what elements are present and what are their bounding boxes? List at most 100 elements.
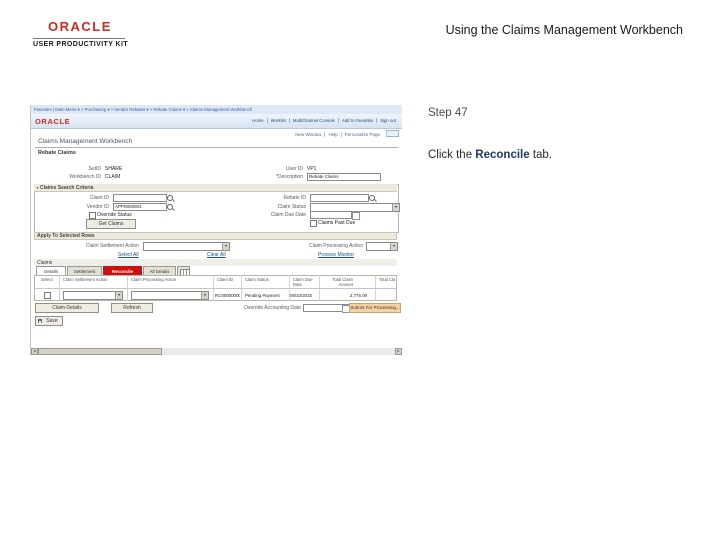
col-claim-status: Claim Status bbox=[245, 277, 269, 282]
claim-id-label: Claim ID bbox=[89, 195, 109, 201]
global-links: Home Worklist MultiChannel Console Add to F… bbox=[249, 118, 399, 123]
workbench-id-value: CLAIM bbox=[105, 174, 121, 180]
step-label: Step 47 bbox=[428, 107, 468, 119]
setid-label: SetID bbox=[88, 166, 101, 172]
get-claims-button[interactable]: Get Claims bbox=[86, 219, 136, 229]
rebate-id-lookup-icon[interactable] bbox=[369, 195, 375, 201]
multichannel-console-link[interactable]: MultiChannel Console bbox=[288, 118, 338, 123]
upk-product-label: USER PRODUCTIVITY KIT bbox=[33, 41, 129, 48]
tab-reconcile[interactable]: Reconcile bbox=[103, 266, 142, 275]
upk-slide: ORACLE USER PRODUCTIVITY KIT Using the C… bbox=[0, 0, 720, 540]
save-button[interactable]: Save bbox=[35, 316, 63, 326]
row-due-date: 05/10/2015 bbox=[290, 293, 312, 298]
submit-for-processing-button[interactable]: Submit For Processing... bbox=[349, 303, 401, 313]
col-settlement-action: Claim Settlement Action bbox=[63, 277, 108, 282]
user-id-value: VP1 bbox=[307, 166, 317, 172]
claim-id-lookup-icon[interactable] bbox=[167, 195, 173, 201]
utility-links: New Window Help Personalize Page bbox=[292, 130, 399, 137]
claim-id-input[interactable] bbox=[113, 194, 167, 202]
row-claim-status: Pending Payment bbox=[245, 293, 280, 298]
col-due-date: Claim Due Date bbox=[293, 277, 313, 287]
scroll-left-icon[interactable]: ◄ bbox=[31, 348, 38, 355]
override-status-label: Override Status bbox=[97, 212, 132, 218]
slide-title: Using the Claims Management Workbench bbox=[445, 23, 683, 37]
row-select-checkbox[interactable] bbox=[44, 292, 51, 299]
claims-section-bar bbox=[34, 259, 397, 266]
save-button-label: Save bbox=[46, 318, 58, 324]
sign-out-link[interactable]: Sign out bbox=[376, 118, 399, 123]
vendor-id-input[interactable]: APP0000001 bbox=[113, 203, 167, 211]
apply-section-title: Apply To Selected Rows bbox=[37, 233, 95, 239]
col-total-truncated: Total Cla bbox=[379, 277, 396, 282]
worklist-link[interactable]: Worklist bbox=[266, 118, 289, 123]
processing-action-select[interactable]: ▼ bbox=[366, 242, 398, 251]
new-window-link[interactable]: New Window bbox=[292, 132, 324, 137]
processing-action-label: Claim Processing Action bbox=[309, 243, 363, 249]
home-link[interactable]: Home bbox=[249, 118, 266, 123]
breadcrumb[interactable]: Favorites | Main Menu ▾ > Purchasing ▾ >… bbox=[34, 107, 252, 113]
claims-past-due-label: Claims Past Due bbox=[318, 220, 356, 226]
title-rule bbox=[35, 147, 398, 148]
tab-settlement[interactable]: Settlement bbox=[67, 266, 102, 275]
row-claim-id: RC0000000000005 bbox=[215, 293, 240, 298]
scrollbar-thumb[interactable] bbox=[38, 348, 162, 355]
logo-divider bbox=[33, 38, 125, 39]
instruction-prefix: Click the bbox=[428, 149, 476, 161]
rebate-id-input[interactable] bbox=[310, 194, 369, 202]
horizontal-scrollbar[interactable]: ◄ ► bbox=[31, 348, 402, 355]
search-criteria-title: Claims Search Criteria bbox=[40, 185, 94, 191]
description-label: *Description bbox=[276, 174, 303, 180]
http-icon[interactable] bbox=[386, 130, 399, 137]
personalize-page-link[interactable]: Personalize Page bbox=[340, 132, 383, 137]
due-date-calendar-icon[interactable] bbox=[352, 211, 360, 220]
clear-all-link[interactable]: Clear All bbox=[207, 252, 226, 258]
claim-due-date-label: Claim Due Date bbox=[270, 212, 306, 218]
col-claim-id: Claim ID bbox=[217, 277, 234, 282]
row-total-amount: 2,776.09 bbox=[349, 293, 367, 298]
claim-details-button[interactable]: Claim Details bbox=[35, 303, 99, 313]
save-disk-icon bbox=[38, 319, 42, 323]
description-input[interactable]: Rebate Claims bbox=[307, 173, 381, 181]
add-to-favorites-link[interactable]: Add to Favorites bbox=[337, 118, 377, 123]
override-accounting-date-label: Override Accounting Date bbox=[244, 305, 301, 311]
override-status-checkbox[interactable] bbox=[89, 212, 96, 219]
rebate-id-label: Rebate ID bbox=[283, 195, 306, 201]
page-title: Claims Management Workbench bbox=[38, 138, 133, 145]
refresh-button[interactable]: Refresh bbox=[111, 303, 153, 313]
dropdown-arrow-icon: ▼ bbox=[115, 292, 122, 299]
oracle-logo: ORACLE bbox=[48, 19, 112, 34]
select-all-link[interactable]: Select All bbox=[118, 252, 139, 258]
application-screenshot: Favorites | Main Menu ▾ > Purchasing ▾ >… bbox=[30, 105, 402, 355]
override-accounting-date-input[interactable] bbox=[303, 304, 343, 312]
dropdown-arrow-icon: ▼ bbox=[392, 204, 399, 211]
tab-details[interactable]: Details bbox=[36, 266, 66, 275]
claims-past-due-checkbox[interactable] bbox=[310, 220, 317, 227]
vendor-id-lookup-icon[interactable] bbox=[167, 204, 173, 210]
instruction-suffix: tab. bbox=[529, 149, 553, 161]
tab-all-details[interactable]: All Details bbox=[143, 266, 176, 275]
dropdown-arrow-icon: ▼ bbox=[390, 243, 397, 250]
vendor-id-label: Vendor ID bbox=[86, 204, 109, 210]
settlement-action-label: Claim Settlement Action bbox=[85, 243, 139, 249]
user-id-label: User ID bbox=[286, 166, 303, 172]
dropdown-arrow-icon: ▼ bbox=[222, 243, 229, 250]
row-processing-action-select[interactable]: ▼ bbox=[131, 291, 209, 300]
instruction-highlight: Reconcile bbox=[475, 149, 530, 161]
settlement-action-select[interactable]: ▼ bbox=[143, 242, 230, 251]
instruction-text: Click the Reconcile tab. bbox=[428, 149, 552, 161]
col-total-amount: Total Claim Amount bbox=[332, 277, 353, 287]
setid-value: SHARE bbox=[105, 166, 123, 172]
collapse-arrow-icon[interactable]: ▼ bbox=[36, 186, 39, 190]
col-select: Select bbox=[41, 277, 53, 282]
page-subtitle: Rebate Claims bbox=[38, 150, 76, 156]
help-link[interactable]: Help bbox=[324, 132, 341, 137]
col-processing-action: Claim Processing Action bbox=[131, 277, 177, 282]
dropdown-arrow-icon: ▼ bbox=[201, 292, 208, 299]
tab-show-all-columns[interactable] bbox=[177, 266, 190, 276]
process-monitor-link[interactable]: Process Monitor bbox=[318, 252, 354, 258]
row-settlement-action-select[interactable]: ▼ bbox=[63, 291, 123, 300]
oracle-banner-logo: ORACLE bbox=[35, 117, 71, 126]
scroll-right-icon[interactable]: ► bbox=[395, 348, 402, 355]
claim-due-date-input[interactable] bbox=[310, 211, 352, 219]
workbench-id-label: Workbench ID bbox=[69, 174, 101, 180]
